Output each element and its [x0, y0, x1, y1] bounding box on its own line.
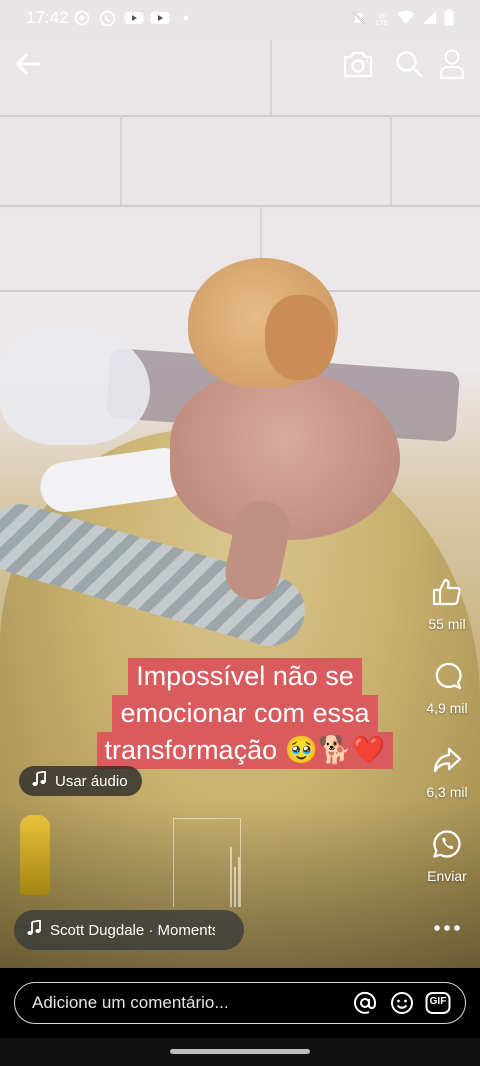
wall-line	[0, 115, 480, 117]
wall-line	[0, 205, 480, 207]
whatsapp-icon	[429, 826, 465, 862]
camera-icon	[342, 49, 374, 84]
thumbs-up-icon	[429, 574, 465, 610]
caption-line: Impossível não se	[128, 658, 362, 695]
comment-input[interactable]	[30, 992, 334, 1014]
reels-screen: 17:42 Vo LTE 55 mil 4,9 mil 6,3 mil Envi…	[0, 0, 480, 1066]
profile-button[interactable]	[434, 48, 470, 84]
use-audio-button[interactable]: Usar áudio	[19, 766, 142, 796]
person-icon	[438, 48, 466, 85]
share-button[interactable]: 6,3 mil	[418, 742, 476, 800]
volte-icon: Vo LTE	[375, 13, 389, 27]
wall-line	[270, 40, 272, 115]
yellow-object	[20, 815, 50, 895]
search-icon	[394, 49, 424, 84]
glove-hand	[0, 325, 150, 445]
video-caption: Impossível não se emocionar com essa tra…	[74, 658, 416, 769]
dog-ear	[265, 295, 335, 380]
comment-count: 4,9 mil	[426, 700, 468, 716]
status-bar: 17:42 Vo LTE	[0, 0, 480, 36]
song-label: Scott Dugdale · Moments	[50, 921, 215, 939]
navigation-bar	[0, 1038, 480, 1066]
comment-bar: GIF	[0, 968, 480, 1038]
share-arrow-icon	[429, 742, 465, 778]
youtube-icon	[124, 10, 144, 26]
comment-box: GIF	[14, 982, 466, 1024]
comment-button[interactable]: 4,9 mil	[418, 658, 476, 716]
caption-line: transformação 🥹🐕❤️	[96, 732, 394, 769]
gif-label: GIF	[429, 996, 447, 1007]
search-button[interactable]	[391, 48, 427, 84]
whatsapp-icon	[99, 10, 116, 27]
video-player[interactable]	[0, 0, 480, 968]
status-time: 17:42	[26, 8, 69, 27]
more-dots-icon	[429, 910, 465, 946]
use-audio-label: Usar áudio	[55, 772, 128, 790]
status-icons-right: Vo LTE	[351, 9, 454, 31]
camera-button[interactable]	[340, 48, 376, 84]
comment-icon	[429, 658, 465, 694]
wave-bar	[234, 867, 236, 907]
song-info[interactable]: Scott Dugdale · Moments	[14, 910, 244, 950]
youtube-icon	[150, 10, 170, 26]
wifi-icon	[397, 10, 415, 30]
music-note-icon	[26, 919, 42, 940]
share-count: 6,3 mil	[426, 784, 468, 800]
wall-line	[120, 115, 122, 205]
mute-icon	[351, 10, 367, 31]
send-label: Enviar	[427, 868, 467, 884]
arrow-left-icon	[14, 50, 42, 83]
like-count: 55 mil	[428, 616, 466, 632]
home-gesture-pill[interactable]	[170, 1049, 310, 1054]
whatsapp-send-button[interactable]: Enviar	[418, 826, 476, 884]
more-options-button[interactable]	[418, 910, 476, 946]
wave-bar	[238, 857, 240, 907]
like-button[interactable]: 55 mil	[418, 574, 476, 632]
waveform-box	[173, 818, 241, 907]
battery-icon	[444, 9, 454, 31]
music-note-icon	[31, 770, 47, 791]
caption-line: emocionar com essa	[112, 695, 378, 732]
emoji-icon[interactable]	[390, 991, 414, 1015]
gif-button[interactable]: GIF	[425, 991, 451, 1015]
dot-icon	[182, 10, 190, 26]
wave-bar	[230, 847, 232, 907]
target-icon	[74, 10, 90, 26]
wall-line	[390, 115, 392, 205]
signal-icon	[422, 10, 437, 30]
back-button[interactable]	[10, 48, 46, 84]
mention-icon[interactable]	[353, 991, 377, 1015]
